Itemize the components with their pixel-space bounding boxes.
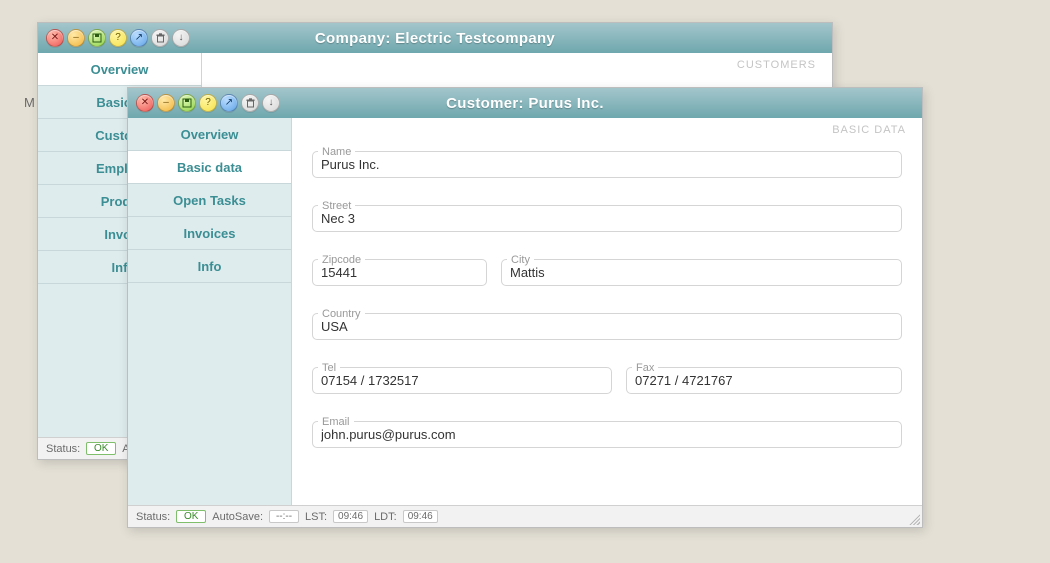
email-field: Email xyxy=(312,406,902,448)
customer-titlebar-buttons: ✕ – ? ↗ ↓ xyxy=(136,94,280,112)
customer-section-label: BASIC DATA xyxy=(832,124,906,136)
window-delete-button[interactable] xyxy=(151,29,169,47)
sidebar-item-overview[interactable]: Overview xyxy=(128,118,291,151)
window-save-button[interactable] xyxy=(88,29,106,47)
trash-icon xyxy=(156,33,165,43)
minimize-icon: – xyxy=(163,98,169,108)
customer-titlebar: ✕ – ? ↗ ↓ Customer: Purus Inc. xyxy=(128,88,922,118)
tel-field: Tel xyxy=(312,352,612,394)
city-input[interactable] xyxy=(501,259,902,286)
sidebar-item-invoices[interactable]: Invoices xyxy=(128,217,291,250)
customer-form: Name Street Zipcode City xyxy=(312,136,902,448)
window-download-button[interactable]: ↓ xyxy=(172,29,190,47)
window-help-button[interactable]: ? xyxy=(109,29,127,47)
city-label: City xyxy=(507,254,534,266)
close-icon: ✕ xyxy=(51,33,59,43)
popout-icon: ↗ xyxy=(135,33,143,43)
window-download-button[interactable]: ↓ xyxy=(262,94,280,112)
sidebar-item-overview[interactable]: Overview xyxy=(38,53,201,86)
fax-field: Fax xyxy=(626,352,902,394)
background-letter: M xyxy=(24,95,35,110)
country-field: Country xyxy=(312,298,902,340)
name-input[interactable] xyxy=(312,151,902,178)
ldt-value: 09:46 xyxy=(403,510,438,523)
floppy-icon xyxy=(182,98,192,108)
autosave-value: --:-- xyxy=(269,510,299,523)
tel-input[interactable] xyxy=(312,367,612,394)
resize-handle[interactable] xyxy=(908,513,920,525)
floppy-icon xyxy=(92,33,102,43)
tel-label: Tel xyxy=(318,362,340,374)
lst-value: 09:46 xyxy=(333,510,368,523)
popout-icon: ↗ xyxy=(225,98,233,108)
name-label: Name xyxy=(318,146,355,158)
arrow-down-icon: ↓ xyxy=(179,33,184,43)
sidebar-item-opentasks[interactable]: Open Tasks xyxy=(128,184,291,217)
country-input[interactable] xyxy=(312,313,902,340)
sidebar-item-basicdata[interactable]: Basic data xyxy=(128,151,291,184)
help-icon: ? xyxy=(115,33,121,43)
sidebar-item-info[interactable]: Info xyxy=(128,250,291,283)
street-label: Street xyxy=(318,200,355,212)
company-titlebar-buttons: ✕ – ? ↗ ↓ xyxy=(46,29,190,47)
lst-label: LST: xyxy=(305,511,327,523)
help-icon: ? xyxy=(205,98,211,108)
customer-window: ✕ – ? ↗ ↓ Customer: Purus Inc. Overview … xyxy=(127,87,923,528)
email-input[interactable] xyxy=(312,421,902,448)
minimize-icon: – xyxy=(73,33,79,43)
status-label: Status: xyxy=(136,511,170,523)
company-titlebar: ✕ – ? ↗ ↓ Company: Electric Testcompany xyxy=(38,23,832,53)
fax-input[interactable] xyxy=(626,367,902,394)
country-label: Country xyxy=(318,308,365,320)
city-field: City xyxy=(501,244,902,286)
street-field: Street xyxy=(312,190,902,232)
zipcode-label: Zipcode xyxy=(318,254,365,266)
zipcode-field: Zipcode xyxy=(312,244,487,286)
status-label: Status: xyxy=(46,443,80,455)
arrow-down-icon: ↓ xyxy=(269,98,274,108)
ldt-label: LDT: xyxy=(374,511,397,523)
window-popout-button[interactable]: ↗ xyxy=(130,29,148,47)
window-popout-button[interactable]: ↗ xyxy=(220,94,238,112)
window-close-button[interactable]: ✕ xyxy=(136,94,154,112)
company-section-label: CUSTOMERS xyxy=(737,59,816,71)
customer-content: BASIC DATA Name Street Zipcode City xyxy=(292,118,922,505)
name-field: Name xyxy=(312,136,902,178)
fax-label: Fax xyxy=(632,362,658,374)
window-save-button[interactable] xyxy=(178,94,196,112)
window-help-button[interactable]: ? xyxy=(199,94,217,112)
email-label: Email xyxy=(318,416,354,428)
close-icon: ✕ xyxy=(141,98,149,108)
window-delete-button[interactable] xyxy=(241,94,259,112)
customer-sidebar: Overview Basic data Open Tasks Invoices … xyxy=(128,118,292,505)
street-input[interactable] xyxy=(312,205,902,232)
status-value: OK xyxy=(86,442,116,455)
customer-statusbar: Status: OK AutoSave: --:-- LST: 09:46 LD… xyxy=(128,505,922,527)
window-minimize-button[interactable]: – xyxy=(67,29,85,47)
window-close-button[interactable]: ✕ xyxy=(46,29,64,47)
autosave-label: AutoSave: xyxy=(212,511,263,523)
trash-icon xyxy=(246,98,255,108)
status-value: OK xyxy=(176,510,206,523)
window-minimize-button[interactable]: – xyxy=(157,94,175,112)
